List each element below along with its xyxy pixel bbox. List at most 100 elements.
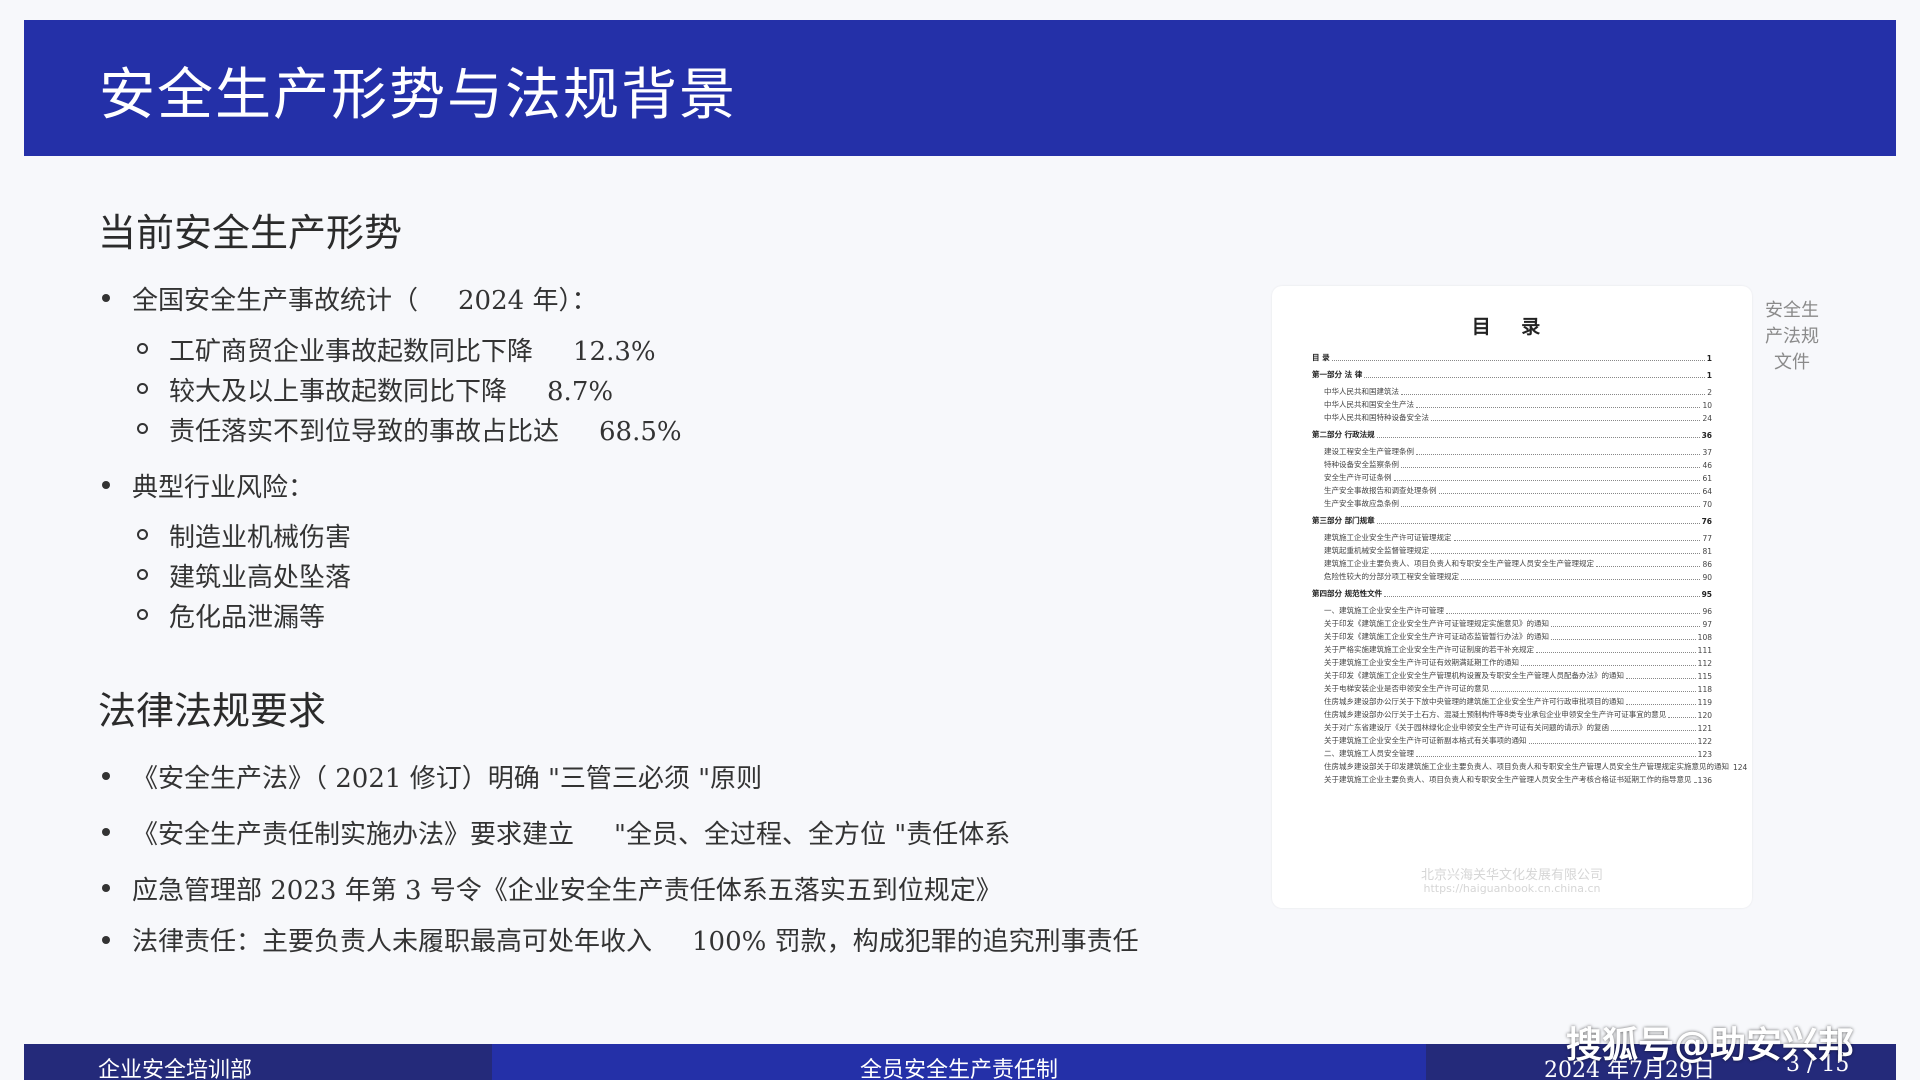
toc-line-text: 住房城乡建设部办公厅关于土石方、混凝土预制构件等8类专业承包企业申领安全生产许可… bbox=[1324, 710, 1667, 719]
sub-item: 建筑业高处坠落 bbox=[136, 557, 352, 594]
toc-line-text: 第三部分 部门规章 bbox=[1312, 516, 1375, 525]
sub-item: 较大及以上事故起数同比下降 8.7% bbox=[136, 371, 614, 408]
toc-line: 关于印发《建筑施工企业安全生产许可证动态监管暂行办法》的通知 108 bbox=[1324, 631, 1712, 642]
toc-line-page: 70 bbox=[1702, 500, 1712, 509]
toc-dots bbox=[1376, 523, 1700, 524]
toc-dots bbox=[1364, 377, 1705, 378]
list-item-text: 法律责任：主要负责人未履职最高可处年收入 bbox=[132, 927, 653, 957]
toc-line-text: 关于建筑施工企业安全生产许可证新副本格式有关事项的通知 bbox=[1324, 736, 1527, 745]
sub-item-text: 危化品泄漏等 bbox=[169, 603, 326, 633]
toc-line-page: 64 bbox=[1702, 487, 1712, 496]
toc-line: 住房城乡建设部办公厅关于土石方、混凝土预制构件等8类专业承包企业申领安全生产许可… bbox=[1324, 709, 1712, 720]
toc-dots bbox=[1491, 691, 1696, 692]
toc-line-page: 121 bbox=[1697, 724, 1712, 733]
toc-dots bbox=[1438, 493, 1701, 494]
toc-line-text: 中华人民共和国建筑法 bbox=[1324, 387, 1399, 396]
toc-line-text: 关于建筑施工企业主要负责人、项目负责人和专职安全生产管理人员安全生产考核合格证书… bbox=[1324, 775, 1692, 784]
toc-line-text: 中华人民共和国特种设备安全法 bbox=[1324, 413, 1429, 422]
toc-dots bbox=[1528, 743, 1696, 744]
toc-line-text: 建筑施工企业安全生产许可证管理规定 bbox=[1324, 533, 1452, 542]
toc-line-text: 生产安全事故应急条例 bbox=[1324, 499, 1399, 508]
toc-line-text: 中华人民共和国安全生产法 bbox=[1324, 400, 1414, 409]
toc-line-page: 108 bbox=[1697, 633, 1712, 642]
toc-line: 第四部分 规范性文件 95 bbox=[1312, 588, 1712, 599]
toc-dots bbox=[1416, 407, 1701, 408]
sub-item-text: 责任落实不到位导致的事故占比达 bbox=[169, 417, 560, 447]
toc-line: 建筑起重机械安全监督管理规定 81 bbox=[1324, 545, 1712, 556]
sub-item-text: 较大及以上事故起数同比下降 bbox=[169, 377, 508, 407]
toc-dots bbox=[1393, 480, 1701, 481]
toc-dots bbox=[1551, 639, 1696, 640]
toc-line-page: 76 bbox=[1701, 517, 1712, 526]
toc-line-text: 关于电梯安装企业是否申领安全生产许可证的意见 bbox=[1324, 684, 1489, 693]
toc-line-page: 122 bbox=[1697, 737, 1712, 746]
sub-item: 危化品泄漏等 bbox=[136, 597, 326, 634]
toc-line-text: 生产安全事故报告和调查处理条例 bbox=[1324, 486, 1437, 495]
toc-line: 住房城乡建设部关于印发建筑施工企业主要负责人、项目负责人和专职安全生产管理人员安… bbox=[1324, 761, 1747, 772]
toc-line-text: 第四部分 规范性文件 bbox=[1312, 589, 1383, 598]
document-watermark-url: https://haiguanbook.cn.china.cn bbox=[1423, 882, 1601, 895]
toc-line-page: 86 bbox=[1702, 560, 1712, 569]
toc-line-page: 90 bbox=[1702, 573, 1712, 582]
sub-item-text: 建筑业高处坠落 bbox=[169, 563, 352, 593]
toc-line: 一、建筑施工企业安全生产许可管理 96 bbox=[1324, 605, 1712, 616]
list-item-text: 全国安全生产事故统计（ bbox=[132, 286, 419, 316]
toc-line-page: 118 bbox=[1697, 685, 1712, 694]
section-heading-regulations: 法律法规要求 bbox=[98, 689, 327, 733]
toc-line: 第一部分 法 律 1 bbox=[1312, 369, 1712, 380]
toc-dots bbox=[1536, 652, 1696, 653]
list-item-accident-stats: 全国安全生产事故统计（ 2024 年）： bbox=[101, 280, 598, 317]
sub-item-text: 制造业机械伤害 bbox=[169, 523, 352, 553]
toc-dots bbox=[1331, 360, 1705, 361]
sub-item: 制造业机械伤害 bbox=[136, 517, 352, 554]
toc-line-page: 46 bbox=[1702, 461, 1712, 470]
toc-line-text: 关于对广东省建设厅《关于园林绿化企业申领安全生产许可证有关问题的请示》的复函 bbox=[1324, 723, 1609, 732]
document-title: 目 录 bbox=[1471, 316, 1553, 338]
brand-watermark: 搜狐号@助安兴邦 bbox=[1566, 1025, 1855, 1066]
sub-item-value: 68.5% bbox=[599, 417, 682, 447]
toc-line-page: 1 bbox=[1706, 354, 1712, 363]
toc-line-text: 第二部分 行政法规 bbox=[1312, 430, 1375, 439]
toc-line-page: 81 bbox=[1702, 547, 1712, 556]
toc-line: 住房城乡建设部办公厅关于下放中央管理的建筑施工企业安全生产许可行政审批项目的通知… bbox=[1324, 696, 1712, 707]
toc-line: 关于建筑施工企业安全生产许可证有效期满延期工作的通知 112 bbox=[1324, 657, 1712, 668]
toc-line-page: 24 bbox=[1702, 414, 1712, 423]
toc-dots bbox=[1401, 394, 1706, 395]
list-item-value: 2024 年）： bbox=[458, 286, 598, 316]
toc-line-page: 112 bbox=[1697, 659, 1712, 668]
image-caption: 安全生产法规文件 bbox=[1765, 300, 1819, 373]
toc-line-text: 建筑施工企业主要负责人、项目负责人和专职安全生产管理人员安全生产管理规定 bbox=[1324, 559, 1594, 568]
list-item-value: "全员、全过程、全方位 "责任体系 bbox=[614, 820, 1011, 850]
toc-line-page: 97 bbox=[1702, 620, 1712, 629]
toc-line-page: 36 bbox=[1701, 431, 1712, 440]
sub-item: 责任落实不到位导致的事故占比达 68.5% bbox=[137, 411, 682, 448]
toc-dots bbox=[1668, 717, 1696, 718]
toc-line-text: 关于印发《建筑施工企业安全生产许可证动态监管暂行办法》的通知 bbox=[1324, 632, 1549, 641]
page-title: 安全生产形势与法规背景 bbox=[99, 63, 737, 128]
document-watermark-name: 北京兴海关华文化发展有限公司 bbox=[1420, 868, 1603, 883]
toc-line-text: 住房城乡建设部办公厅关于下放中央管理的建筑施工企业安全生产许可行政审批项目的通知 bbox=[1324, 697, 1624, 706]
toc-dots bbox=[1431, 553, 1701, 554]
toc-dots bbox=[1416, 454, 1701, 455]
footer-center: 全员安全生产责任制 bbox=[492, 1044, 1426, 1080]
toc-line-text: 第一部分 法 律 bbox=[1312, 370, 1363, 379]
toc-line-page: 37 bbox=[1702, 448, 1712, 457]
toc-line: 二、建筑施工人员安全管理 123 bbox=[1324, 748, 1712, 759]
slide: 安全生产形势与法规背景 当前安全生产形势 全国安全生产事故统计（ 2024 年）：… bbox=[24, 20, 1896, 1080]
toc-dots bbox=[1626, 678, 1696, 679]
list-item-text: 《安全生产法》（ 2021 修订）明确 "三管三必须 "原则 bbox=[132, 764, 763, 794]
list-item-text: 应急管理部 2023 年第 3 号令《企业安全生产责任体系五落实五到位规定》 bbox=[132, 876, 1002, 906]
toc-line-page: 115 bbox=[1697, 672, 1712, 681]
sub-item-value: 12.3% bbox=[573, 337, 656, 367]
sub-item-value: 8.7% bbox=[547, 377, 614, 407]
toc-dots bbox=[1693, 782, 1696, 783]
toc-line-page: 119 bbox=[1697, 698, 1712, 707]
toc-line-page: 123 bbox=[1697, 750, 1712, 759]
toc-line-page: 96 bbox=[1702, 607, 1712, 616]
toc-dots bbox=[1431, 420, 1701, 421]
toc-dots bbox=[1401, 467, 1701, 468]
toc-line-text: 关于严格实施建筑施工企业安全生产许可证制度的若干补充规定 bbox=[1324, 645, 1534, 654]
list-item-value: 100% 罚款，构成犯罪的追究刑事责任 bbox=[692, 927, 1139, 957]
toc-line-page: 77 bbox=[1702, 534, 1712, 543]
toc-line-text: 关于建筑施工企业安全生产许可证有效期满延期工作的通知 bbox=[1324, 658, 1519, 667]
